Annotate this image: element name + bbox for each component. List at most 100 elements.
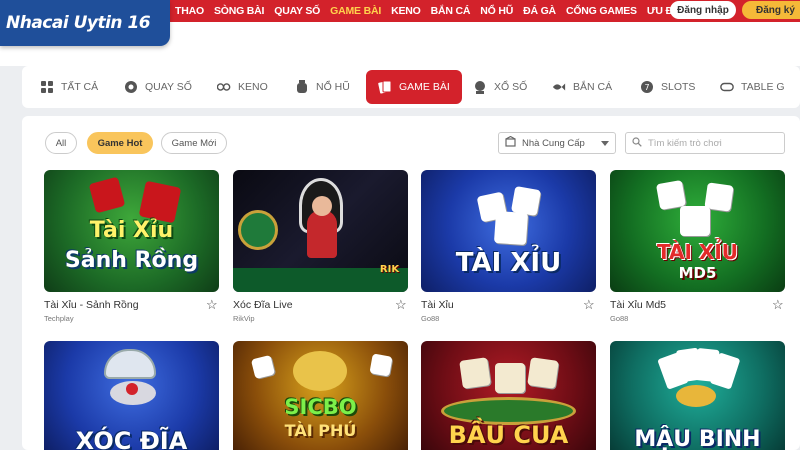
dice-icon: [680, 206, 710, 236]
tab-game-bai[interactable]: GAME BÀI: [366, 70, 462, 104]
tab-quay-so[interactable]: QUAY SỐ: [124, 70, 192, 104]
search-input[interactable]: [648, 137, 778, 149]
tab-label: XỔ SỐ: [494, 81, 528, 93]
game-art-title: TÀI XỈU: [656, 240, 739, 264]
search-box: [625, 132, 785, 154]
tab-label: QUAY SỐ: [145, 81, 192, 93]
grid-icon: [40, 80, 54, 94]
tab-ban-ca[interactable]: BẮN CÁ: [552, 70, 612, 104]
cards-icon: [378, 80, 392, 94]
game-art-title: SICBO: [284, 395, 357, 419]
game-thumbnail[interactable]: XÓC ĐĨA: [44, 341, 219, 450]
tab-label: KENO: [238, 81, 268, 93]
dice-icon: [527, 357, 559, 389]
register-button[interactable]: Đăng ký: [742, 1, 800, 19]
game-provider: Go88: [610, 314, 629, 323]
game-card[interactable]: MẬU BINH: [610, 341, 785, 450]
game-thumbnail[interactable]: MẬU BINH: [610, 341, 785, 450]
star-icon[interactable]: ☆: [772, 298, 785, 311]
dealer-figure: [307, 210, 337, 258]
svg-text:7: 7: [644, 83, 649, 92]
filter-game-hot-button[interactable]: Game Hot: [87, 132, 153, 154]
tab-keno[interactable]: KENO: [217, 70, 268, 104]
category-tab-bar: TẤT CẢ QUAY SỐ KENO NỔ HŨ GAME BÀI XỔ SỐ: [22, 66, 800, 108]
jar-icon: [295, 80, 309, 94]
login-button[interactable]: Đăng nhập: [670, 1, 736, 19]
game-thumbnail[interactable]: BẦU CUA: [421, 341, 596, 450]
game-art-subtitle: Sảnh Rồng: [64, 248, 199, 273]
game-name: Tài Xỉu - Sảnh Rồng: [44, 299, 139, 311]
top-nav: THAO SÒNG BÀI QUAY SỐ GAME BÀI KENO BẮN …: [170, 0, 688, 22]
fish-icon: [552, 80, 566, 94]
dealer-face: [312, 196, 332, 216]
red-dice-icon: [88, 176, 126, 214]
filter-game-moi-button[interactable]: Game Mới: [161, 132, 227, 154]
tab-no-hu[interactable]: NỔ HŨ: [295, 70, 350, 104]
game-card[interactable]: SICBO TÀI PHÚ: [233, 341, 408, 450]
building-icon: [505, 135, 516, 150]
lottery-icon: [473, 80, 487, 94]
game-thumbnail[interactable]: Tài Xỉu Sảnh Rồng: [44, 170, 219, 292]
search-icon: [632, 136, 642, 150]
site-logo[interactable]: Nhacai Uytin 16: [0, 0, 170, 46]
game-thumbnail[interactable]: SICBO TÀI PHÚ: [233, 341, 408, 450]
game-art-title: MẬU BINH: [634, 427, 761, 450]
dice-icon: [369, 353, 393, 377]
coin-stack-icon: [676, 385, 716, 407]
game-art-title: Tài Xỉu: [89, 218, 174, 243]
tab-label: GAME BÀI: [399, 81, 450, 93]
star-icon[interactable]: ☆: [583, 298, 596, 311]
coin-icon: [126, 383, 138, 395]
red-dice-icon: [138, 180, 182, 224]
star-icon[interactable]: ☆: [206, 298, 219, 311]
toad-statue: [293, 351, 347, 391]
provider-select[interactable]: Nhà Cung Cấp: [498, 132, 616, 154]
game-art-subtitle: MD5: [678, 264, 717, 282]
game-thumbnail[interactable]: RIK: [233, 170, 408, 292]
game-name: Xóc Đĩa Live: [233, 299, 293, 311]
game-card[interactable]: RIK Xóc Đĩa Live RikVip ☆: [233, 170, 408, 323]
game-art-title: RIK: [379, 264, 400, 275]
nav-item-cong-games[interactable]: CỔNG GAMES: [561, 5, 642, 17]
game-art-title: XÓC ĐĨA: [75, 427, 188, 450]
keno-balls-icon: [217, 80, 231, 94]
slot-icon: 7: [640, 80, 654, 94]
nav-item-da-ga[interactable]: ĐÁ GÀ: [518, 5, 561, 17]
dice-icon: [459, 357, 491, 389]
star-icon[interactable]: ☆: [395, 298, 408, 311]
game-provider: Techplay: [44, 314, 74, 323]
tab-tat-ca[interactable]: TẤT CẢ: [40, 70, 98, 104]
nav-item-ban-ca[interactable]: BẮN CÁ: [426, 5, 476, 17]
game-card[interactable]: TÀI XỈU MD5 Tài Xỉu Md5 Go88 ☆: [610, 170, 785, 323]
tab-xo-so[interactable]: XỔ SỐ: [473, 70, 527, 104]
game-name: Tài Xỉu: [421, 299, 454, 311]
nav-item-keno[interactable]: KENO: [386, 5, 426, 17]
dice-icon: [493, 210, 529, 246]
lottery-ball-icon: [124, 80, 138, 94]
game-card[interactable]: XÓC ĐĨA: [44, 341, 219, 450]
nav-item-song-bai[interactable]: SÒNG BÀI: [209, 5, 269, 17]
filter-all-button[interactable]: All: [45, 132, 77, 154]
nav-item-quay-so[interactable]: QUAY SỐ: [269, 5, 325, 17]
game-card[interactable]: TÀI XỈU Tài Xỉu Go88 ☆: [421, 170, 596, 323]
provider-select-label: Nhà Cung Cấp: [522, 137, 585, 149]
game-card[interactable]: Tài Xỉu Sảnh Rồng Tài Xỉu - Sảnh Rồng Te…: [44, 170, 219, 323]
logo-text: Nhacai Uytin 16: [6, 13, 151, 33]
tab-label: TABLE G: [741, 81, 785, 93]
tab-slots[interactable]: 7 SLOTS: [640, 70, 695, 104]
nav-item-thao[interactable]: THAO: [170, 5, 209, 17]
game-thumbnail[interactable]: TÀI XỈU MD5: [610, 170, 785, 292]
nav-item-game-bai[interactable]: GAME BÀI: [325, 5, 386, 17]
dice-icon: [495, 363, 525, 393]
dice-icon: [250, 354, 276, 380]
tab-label: BẮN CÁ: [573, 81, 613, 93]
game-art-title: TÀI XỈU: [455, 248, 562, 278]
game-provider: Go88: [421, 314, 440, 323]
game-art-title: BẦU CUA: [448, 421, 569, 449]
tab-label: SLOTS: [661, 81, 696, 93]
tab-table-games[interactable]: TABLE G: [720, 70, 785, 104]
game-provider: RikVip: [233, 314, 255, 323]
game-card[interactable]: BẦU CUA: [421, 341, 596, 450]
game-thumbnail[interactable]: TÀI XỈU: [421, 170, 596, 292]
nav-item-no-hu[interactable]: NỔ HŨ: [475, 5, 518, 17]
